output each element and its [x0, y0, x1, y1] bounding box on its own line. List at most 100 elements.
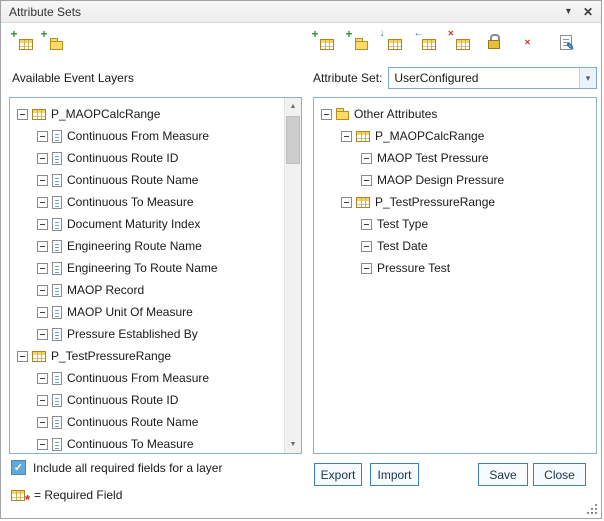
field-node[interactable]: Continuous Route Name: [10, 411, 301, 433]
collapse-icon[interactable]: [361, 175, 372, 186]
layer-label: P_TestPressureRange: [50, 349, 171, 363]
field-icon: [52, 218, 62, 231]
field-label: Continuous Route ID: [66, 393, 178, 407]
add-all-layers-button[interactable]: [42, 32, 63, 51]
save-button[interactable]: Save: [478, 463, 528, 486]
field-label: Continuous From Measure: [66, 129, 209, 143]
field-label: Pressure Established By: [66, 327, 198, 341]
collapse-icon[interactable]: [17, 351, 28, 362]
scroll-down-icon[interactable]: [285, 436, 301, 453]
lock-attribute-set-button[interactable]: [483, 32, 504, 51]
field-icon: [52, 240, 62, 253]
collapse-icon[interactable]: [361, 241, 372, 252]
field-icon: [52, 152, 62, 165]
collapse-icon[interactable]: [37, 175, 48, 186]
scrollbar-thumb[interactable]: [286, 116, 300, 164]
field-node[interactable]: Document Maturity Index: [10, 213, 301, 235]
collapse-icon[interactable]: [37, 307, 48, 318]
field-label: MAOP Record: [66, 283, 144, 297]
collapse-icon[interactable]: [361, 219, 372, 230]
collapse-icon[interactable]: [37, 131, 48, 142]
collapse-icon[interactable]: [321, 109, 332, 120]
root-label: Other Attributes: [353, 107, 437, 121]
layer-node[interactable]: P_MAOPCalcRange: [10, 103, 301, 125]
field-icon: [52, 130, 62, 143]
attribute-set-root-node[interactable]: Other Attributes: [314, 103, 596, 125]
attribute-set-toolbar: [313, 32, 572, 51]
available-event-layers-label: Available Event Layers: [12, 71, 134, 85]
collapse-icon[interactable]: [17, 109, 28, 120]
collapse-icon[interactable]: [37, 329, 48, 340]
remove-field-button[interactable]: [449, 32, 470, 51]
window-menu-icon[interactable]: ▾: [566, 6, 571, 17]
lock-attribute-set-icon: [488, 34, 500, 49]
field-node[interactable]: MAOP Record: [10, 279, 301, 301]
include-required-fields-checkbox[interactable]: [11, 460, 26, 475]
field-label: Continuous From Measure: [66, 371, 209, 385]
field-node[interactable]: MAOP Test Pressure: [314, 147, 596, 169]
field-label: Test Date: [376, 239, 428, 253]
field-node[interactable]: Test Type: [314, 213, 596, 235]
add-all-fields-button[interactable]: [347, 32, 368, 51]
collapse-icon[interactable]: [341, 197, 352, 208]
resize-grip[interactable]: [587, 504, 598, 515]
collapse-icon[interactable]: [37, 263, 48, 274]
field-icon: [52, 174, 62, 187]
field-node[interactable]: MAOP Unit Of Measure: [10, 301, 301, 323]
field-node[interactable]: Pressure Test: [314, 257, 596, 279]
field-node[interactable]: Continuous To Measure: [10, 191, 301, 213]
collapse-icon[interactable]: [37, 439, 48, 450]
collapse-icon[interactable]: [37, 153, 48, 164]
collapse-icon[interactable]: [361, 153, 372, 164]
field-node[interactable]: Continuous From Measure: [10, 125, 301, 147]
combobox-dropdown-icon[interactable]: ▾: [579, 68, 596, 88]
field-icon: [52, 438, 62, 451]
add-selected-layer-button[interactable]: [12, 32, 33, 51]
attribute-set-combobox[interactable]: UserConfigured ▾: [388, 67, 597, 89]
window-title: Attribute Sets: [9, 5, 566, 19]
field-icon: [52, 416, 62, 429]
field-node[interactable]: Engineering Route Name: [10, 235, 301, 257]
layer-node[interactable]: P_TestPressureRange: [10, 345, 301, 367]
scroll-up-icon[interactable]: [285, 98, 301, 115]
delete-attribute-set-button[interactable]: [517, 32, 538, 51]
collapse-icon[interactable]: [37, 219, 48, 230]
collapse-icon[interactable]: [37, 241, 48, 252]
field-node[interactable]: Continuous To Measure: [10, 433, 301, 454]
collapse-icon[interactable]: [37, 373, 48, 384]
attribute-set-properties-button[interactable]: [551, 32, 572, 51]
field-node[interactable]: Continuous From Measure: [10, 367, 301, 389]
field-node[interactable]: Continuous Route ID: [10, 389, 301, 411]
field-node[interactable]: Continuous Route ID: [10, 147, 301, 169]
vertical-scrollbar[interactable]: [284, 98, 301, 453]
field-node[interactable]: Pressure Established By: [10, 323, 301, 345]
layer-label: P_TestPressureRange: [374, 195, 495, 209]
available-layers-panel: P_MAOPCalcRange Continuous From Measure …: [9, 97, 302, 454]
add-all-layers-icon: [43, 33, 63, 51]
delete-attribute-set-icon: [524, 34, 531, 50]
add-selected-fields-button[interactable]: [313, 32, 334, 51]
close-button[interactable]: Close: [533, 463, 586, 486]
collapse-icon[interactable]: [37, 285, 48, 296]
field-node[interactable]: Test Date: [314, 235, 596, 257]
collapse-icon[interactable]: [37, 197, 48, 208]
field-node[interactable]: MAOP Design Pressure: [314, 169, 596, 191]
insert-field-button[interactable]: [381, 32, 402, 51]
field-node[interactable]: Continuous Route Name: [10, 169, 301, 191]
collapse-icon[interactable]: [341, 131, 352, 142]
import-button[interactable]: Import: [370, 463, 419, 486]
layer-node[interactable]: P_MAOPCalcRange: [314, 125, 596, 147]
collapse-icon[interactable]: [37, 417, 48, 428]
move-field-button[interactable]: [415, 32, 436, 51]
field-icon: [52, 394, 62, 407]
field-label: Test Type: [376, 217, 428, 231]
field-icon: [52, 262, 62, 275]
collapse-icon[interactable]: [361, 263, 372, 274]
collapse-icon[interactable]: [37, 395, 48, 406]
attribute-set-value: UserConfigured: [389, 71, 579, 85]
close-window-icon[interactable]: ✕: [583, 5, 593, 19]
title-bar: Attribute Sets ▾ ✕: [1, 1, 601, 23]
layer-node[interactable]: P_TestPressureRange: [314, 191, 596, 213]
export-button[interactable]: Export: [314, 463, 362, 486]
field-node[interactable]: Engineering To Route Name: [10, 257, 301, 279]
